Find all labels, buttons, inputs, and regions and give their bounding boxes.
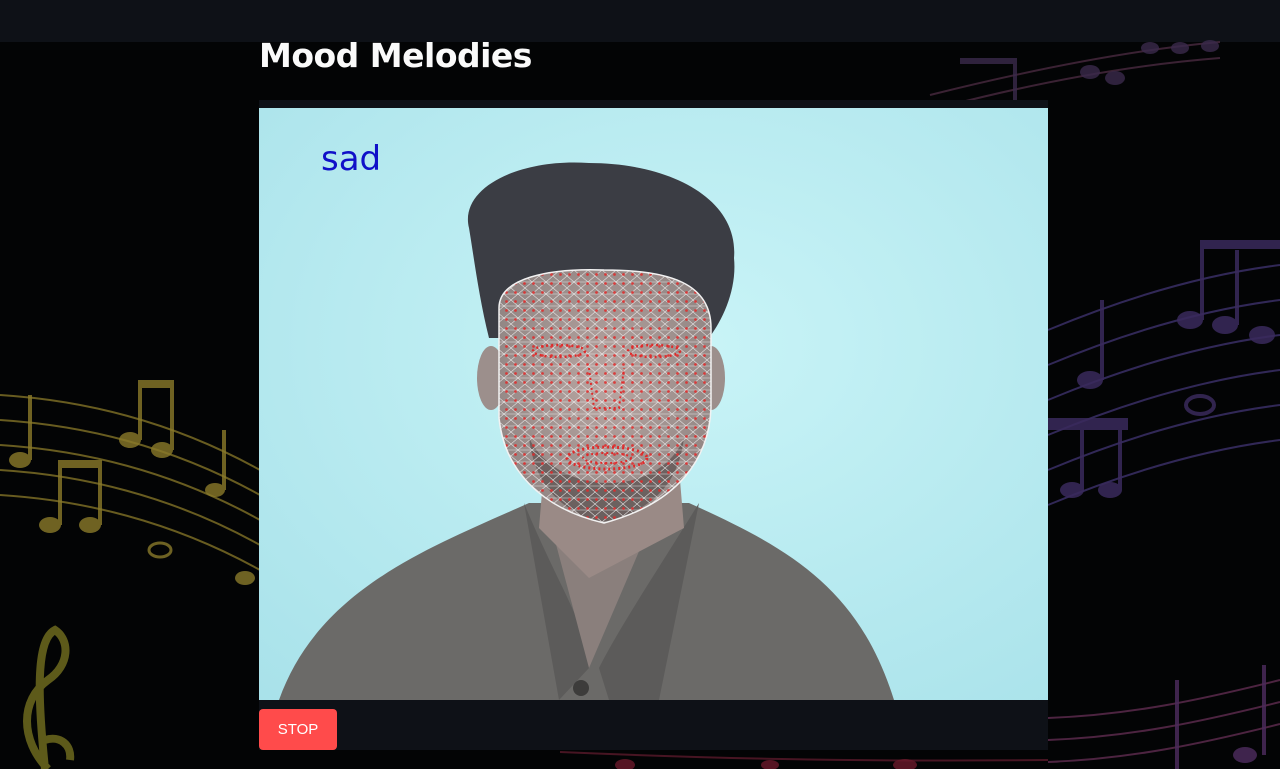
webcam-video-feed: sad	[259, 108, 1048, 700]
stop-button[interactable]: STOP	[259, 709, 337, 750]
treble-clef-icon	[23, 625, 75, 769]
page-title: Mood Melodies	[259, 36, 532, 75]
app-header-bar	[0, 0, 1280, 42]
emotion-label: sad	[321, 139, 381, 179]
